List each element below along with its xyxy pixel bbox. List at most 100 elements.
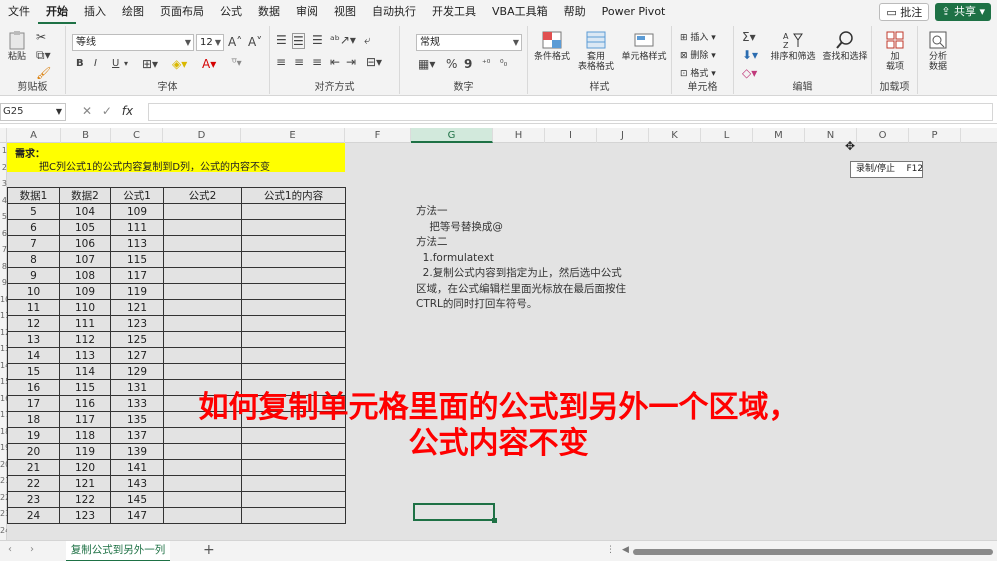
- table-cell[interactable]: 119: [110, 283, 164, 300]
- requirement-box[interactable]: 需求： 把C列公式1的公式内容复制到D列，公式的内容不变: [7, 143, 345, 173]
- table-cell[interactable]: 107: [59, 251, 111, 268]
- table-cell[interactable]: 127: [110, 347, 164, 364]
- column-header-f[interactable]: F: [345, 128, 411, 143]
- table-cell[interactable]: 122: [59, 491, 111, 508]
- font-color-icon[interactable]: A▾: [202, 57, 216, 71]
- table-cell[interactable]: 14: [7, 347, 60, 364]
- menu-item[interactable]: Power Pivot: [594, 0, 674, 24]
- table-cell[interactable]: 114: [59, 363, 111, 380]
- row-header[interactable]: 11: [0, 311, 7, 320]
- table-cell[interactable]: 109: [110, 203, 164, 220]
- cut-icon[interactable]: ✂: [36, 30, 46, 44]
- row-header[interactable]: 7: [0, 245, 7, 254]
- table-cell[interactable]: [241, 203, 346, 220]
- column-header-l[interactable]: L: [701, 128, 753, 143]
- menu-item[interactable]: 开始: [38, 0, 76, 24]
- shrink-font-icon[interactable]: A˅: [248, 35, 262, 49]
- sheet-tab[interactable]: 复制公式到另外一列: [66, 541, 170, 561]
- table-header-cell[interactable]: 公式1: [110, 187, 164, 204]
- table-cell[interactable]: 23: [7, 491, 60, 508]
- table-cell[interactable]: [163, 219, 242, 236]
- orientation-icon[interactable]: ᵃᵇ↗▾: [330, 33, 356, 47]
- find-select-button[interactable]: 查找和选择: [820, 30, 870, 62]
- row-header[interactable]: 21: [0, 476, 7, 485]
- align-bottom-icon[interactable]: ☰: [312, 33, 323, 47]
- prev-sheet-icon[interactable]: ‹: [8, 544, 12, 555]
- cell-styles-button[interactable]: 单元格样式: [618, 30, 670, 62]
- fill-color-icon[interactable]: ◈▾: [172, 57, 187, 71]
- table-cell[interactable]: [163, 203, 242, 220]
- row-header[interactable]: 1: [0, 146, 7, 155]
- table-cell[interactable]: [241, 475, 346, 492]
- menu-item[interactable]: 插入: [76, 0, 114, 24]
- bold-button[interactable]: B: [76, 57, 84, 71]
- borders-icon[interactable]: ⊞▾: [142, 57, 158, 71]
- table-cell[interactable]: 125: [110, 331, 164, 348]
- format-as-table-button[interactable]: 套用 表格格式: [574, 30, 618, 72]
- menu-item[interactable]: 公式: [212, 0, 250, 24]
- wrap-text-icon[interactable]: ⤶: [364, 33, 371, 47]
- table-cell[interactable]: 113: [110, 235, 164, 252]
- table-cell[interactable]: 15: [7, 363, 60, 380]
- italic-button[interactable]: I: [94, 57, 97, 71]
- table-cell[interactable]: [163, 475, 242, 492]
- row-header[interactable]: 4: [0, 196, 7, 205]
- row-header[interactable]: 23: [0, 509, 7, 518]
- table-cell[interactable]: [163, 283, 242, 300]
- menu-item[interactable]: 数据: [250, 0, 288, 24]
- formula-input[interactable]: [148, 103, 993, 121]
- table-cell[interactable]: [241, 299, 346, 316]
- align-top-icon[interactable]: ☰: [276, 33, 287, 47]
- paste-button[interactable]: 粘贴: [4, 30, 30, 62]
- fill-handle[interactable]: [492, 518, 497, 523]
- share-button[interactable]: ⇪ 共享 ▾: [935, 3, 991, 21]
- copy-icon[interactable]: ⧉▾: [36, 48, 51, 62]
- column-header-c[interactable]: C: [111, 128, 163, 143]
- tab-options-icon[interactable]: ⋮: [606, 545, 615, 555]
- row-header[interactable]: 12: [0, 328, 7, 337]
- menu-item[interactable]: VBA工具箱: [484, 0, 556, 24]
- number-format-select[interactable]: 常规 ▼: [416, 34, 522, 51]
- sort-filter-button[interactable]: AZ 排序和筛选: [768, 30, 818, 62]
- table-cell[interactable]: [163, 267, 242, 284]
- table-cell[interactable]: [163, 507, 242, 524]
- row-header[interactable]: 22: [0, 493, 7, 502]
- table-cell[interactable]: 121: [59, 475, 111, 492]
- menu-item[interactable]: 帮助: [556, 0, 594, 24]
- table-cell[interactable]: [163, 491, 242, 508]
- column-header-e[interactable]: E: [241, 128, 345, 143]
- increase-indent-icon[interactable]: ⇥: [346, 55, 356, 69]
- table-cell[interactable]: 117: [110, 267, 164, 284]
- table-header-cell[interactable]: 数据2: [59, 187, 111, 204]
- table-cell[interactable]: [241, 507, 346, 524]
- next-sheet-icon[interactable]: ›: [30, 544, 34, 555]
- column-header-p[interactable]: P: [909, 128, 961, 143]
- table-cell[interactable]: [163, 347, 242, 364]
- column-header-a[interactable]: A: [7, 128, 61, 143]
- table-cell[interactable]: 104: [59, 203, 111, 220]
- decrease-indent-icon[interactable]: ⇤: [330, 55, 340, 69]
- table-cell[interactable]: 8: [7, 251, 60, 268]
- decrease-decimal-icon[interactable]: ⁰₀: [500, 57, 507, 71]
- menu-item[interactable]: 绘图: [114, 0, 152, 24]
- horizontal-scrollbar[interactable]: [633, 549, 993, 555]
- table-cell[interactable]: [241, 491, 346, 508]
- table-cell[interactable]: 147: [110, 507, 164, 524]
- add-sheet-icon[interactable]: +: [203, 542, 215, 558]
- autosum-icon[interactable]: Σ▾: [742, 30, 756, 44]
- table-cell[interactable]: 106: [59, 235, 111, 252]
- column-header-m[interactable]: M: [753, 128, 805, 143]
- table-cell[interactable]: 129: [110, 363, 164, 380]
- table-cell[interactable]: 22: [7, 475, 60, 492]
- column-header-i[interactable]: I: [545, 128, 597, 143]
- table-cell[interactable]: 12: [7, 315, 60, 332]
- percent-button[interactable]: %: [446, 57, 457, 71]
- table-cell[interactable]: 123: [110, 315, 164, 332]
- table-cell[interactable]: [241, 315, 346, 332]
- table-cell[interactable]: 109: [59, 283, 111, 300]
- table-cell[interactable]: 145: [110, 491, 164, 508]
- table-header-cell[interactable]: 数据1: [7, 187, 60, 204]
- table-cell[interactable]: [163, 363, 242, 380]
- table-cell[interactable]: [241, 267, 346, 284]
- column-header-j[interactable]: J: [597, 128, 649, 143]
